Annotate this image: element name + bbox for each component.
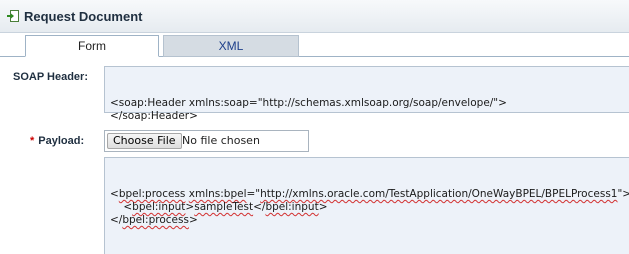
file-input[interactable]: Choose File No file chosen <box>104 130 309 152</box>
payload-line: <bpel:process xmlns:bpel="http://xmlns.o… <box>110 188 629 200</box>
soap-header-line: <soap:Header xmlns:soap="http://schemas.… <box>110 97 507 109</box>
soap-header-textarea[interactable]: <soap:Header xmlns:soap="http://schemas.… <box>104 66 629 122</box>
insert-document-icon <box>7 10 19 22</box>
payload-line: </bpel:process> <box>110 214 198 226</box>
payload-line: <bpel:input>sampleTest</bpel:input> <box>110 201 328 213</box>
tab-strip: Form XML <box>0 33 629 57</box>
file-status-text: No file chosen <box>182 134 260 147</box>
payload-textarea[interactable]: <bpel:process xmlns:bpel="http://xmlns.o… <box>104 157 629 254</box>
tab-xml[interactable]: XML <box>163 35 299 57</box>
panel-title: Request Document <box>24 9 143 24</box>
tab-form[interactable]: Form <box>25 35 159 57</box>
soap-header-label: SOAP Header: <box>13 71 88 83</box>
soap-header-line: </soap:Header> <box>110 110 198 122</box>
choose-file-button[interactable]: Choose File <box>107 133 182 149</box>
panel-header: Request Document <box>0 0 629 33</box>
required-marker: * <box>30 135 35 147</box>
payload-label: * Payload: <box>30 135 84 147</box>
payload-label-text: Payload: <box>38 135 85 147</box>
